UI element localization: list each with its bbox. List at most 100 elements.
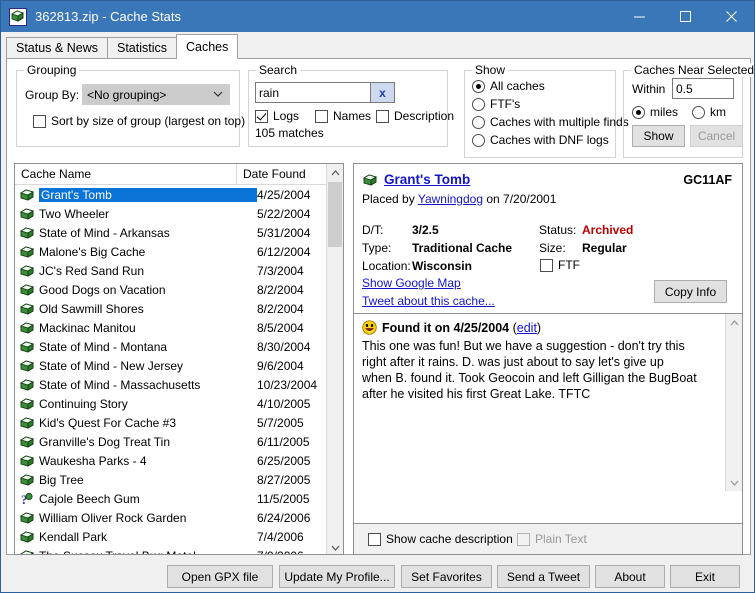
- close-button[interactable]: [708, 1, 754, 32]
- traditional-cache-icon: [19, 474, 35, 486]
- tab-statistics[interactable]: Statistics: [106, 37, 177, 59]
- show-option-dnf-logs[interactable]: Caches with DNF logs: [472, 133, 609, 147]
- send-a-tweet-button[interactable]: Send a Tweet: [497, 565, 590, 588]
- log-scrollbar[interactable]: [725, 314, 742, 491]
- title-bar: 362813.zip - Cache Stats: [1, 1, 754, 32]
- show-near-button[interactable]: Show: [632, 125, 685, 147]
- cache-list-row[interactable]: Continuing Story 4/10/2005: [15, 394, 343, 413]
- log-scroll-up-arrow-icon[interactable]: [726, 314, 742, 331]
- cache-list-row[interactable]: William Oliver Rock Garden 6/24/2006: [15, 508, 343, 527]
- ftf-label: FTF: [558, 258, 580, 272]
- minimize-icon: [633, 16, 645, 18]
- cache-list-row[interactable]: Mackinac Manitou 8/5/2004: [15, 318, 343, 337]
- search-option-names[interactable]: Names: [315, 109, 371, 123]
- cache-list-body[interactable]: Grant's Tomb 4/25/2004 Two Wheeler 5/22/200…: [15, 185, 343, 554]
- set-favorites-button[interactable]: Set Favorites: [401, 565, 492, 588]
- size-key: Size:: [539, 241, 566, 255]
- cache-list-scrollbar[interactable]: [326, 164, 343, 554]
- cache-list-row[interactable]: Big Tree 8/27/2005: [15, 470, 343, 489]
- cache-list-row[interactable]: JC's Red Sand Run 7/3/2004: [15, 261, 343, 280]
- search-option-description[interactable]: Description: [376, 109, 454, 123]
- search-input[interactable]: rain: [255, 82, 371, 103]
- traditional-cache-icon: [19, 189, 35, 201]
- log-scroll-down-arrow-icon[interactable]: [726, 474, 742, 491]
- search-option-logs[interactable]: Logs: [255, 109, 299, 123]
- chevron-down-icon: [213, 91, 223, 97]
- radio-dot: [472, 133, 485, 147]
- cache-list-scroll-thumb[interactable]: [328, 182, 342, 247]
- maximize-button[interactable]: [662, 1, 708, 32]
- cache-row-name: Waukesha Parks - 4: [39, 453, 147, 468]
- sort-by-group-size-checkbox[interactable]: Sort by size of group (largest on top): [33, 114, 245, 128]
- traditional-cache-icon: [19, 531, 35, 543]
- exit-button[interactable]: Exit: [670, 565, 740, 588]
- cache-list-row[interactable]: State of Mind - New Jersey 9/6/2004: [15, 356, 343, 375]
- radio-dot: [692, 105, 705, 119]
- cache-list-row[interactable]: State of Mind - Massachusetts 10/23/2004: [15, 375, 343, 394]
- cache-list-row[interactable]: Good Dogs on Vacation 8/2/2004: [15, 280, 343, 299]
- scroll-down-arrow-icon[interactable]: [327, 539, 343, 554]
- unit-option-km[interactable]: km: [692, 105, 726, 119]
- cache-list-row[interactable]: Old Sawmill Shores 8/2/2004: [15, 299, 343, 318]
- traditional-cache-icon: [19, 265, 35, 277]
- show-cache-description-checkbox[interactable]: Show cache description: [368, 532, 513, 546]
- cache-list[interactable]: Cache Name Date Found Grant's Tomb 4/25/2…: [14, 163, 344, 555]
- checkbox-box: [517, 532, 530, 546]
- cache-box-icon: [9, 7, 27, 26]
- traditional-cache-icon: [362, 174, 378, 186]
- column-header-date-found[interactable]: Date Found: [237, 164, 323, 184]
- show-option-all-caches[interactable]: All caches: [472, 79, 545, 93]
- tab-status-news[interactable]: Status & News: [6, 37, 108, 59]
- open-gpx-file-button[interactable]: Open GPX file: [167, 565, 273, 588]
- minimize-button[interactable]: [616, 1, 662, 32]
- cache-detail-panel: Grant's Tomb GC11AF Placed by Yawningdog…: [353, 163, 743, 555]
- cache-detail-title-row: Grant's Tomb: [362, 172, 470, 187]
- cache-list-row[interactable]: Kendall Park 7/4/2006: [15, 527, 343, 546]
- show-google-map-link[interactable]: Show Google Map: [362, 276, 461, 290]
- update-my-profile-button[interactable]: Update My Profile...: [279, 565, 395, 588]
- plain-text-checkbox[interactable]: Plain Text: [517, 532, 587, 546]
- show-option-multiple-finds[interactable]: Caches with multiple finds: [472, 115, 629, 129]
- scroll-up-arrow-icon[interactable]: [327, 164, 343, 181]
- group-by-select[interactable]: <No grouping>: [82, 84, 230, 105]
- placed-suffix: on 7/20/2001: [483, 192, 557, 206]
- cache-detail-name-link[interactable]: Grant's Tomb: [384, 172, 470, 187]
- search-input-value: rain: [259, 85, 280, 100]
- radio-dot: [472, 79, 485, 93]
- cache-list-row[interactable]: State of Mind - Montana 8/30/2004: [15, 337, 343, 356]
- checkbox-box: [315, 109, 328, 123]
- maximize-icon: [679, 11, 691, 22]
- cache-owner-link[interactable]: Yawningdog: [418, 192, 483, 206]
- mystery-cache-icon: ?: [21, 492, 33, 506]
- cache-detail-footer: Show cache description Plain Text: [354, 523, 742, 554]
- clear-search-button[interactable]: x: [371, 82, 395, 103]
- log-edit-link[interactable]: edit: [517, 321, 537, 335]
- sort-by-group-size-label: Sort by size of group (largest on top): [51, 114, 246, 128]
- copy-info-button[interactable]: Copy Info: [654, 280, 727, 303]
- cache-list-row[interactable]: The Sussex Travel Bug Motel7/9/2006: [15, 546, 343, 554]
- cache-list-row[interactable]: Granville's Dog Treat Tin 6/11/2005: [15, 432, 343, 451]
- show-option-multiple-finds-label: Caches with multiple finds: [490, 115, 629, 129]
- cache-list-row[interactable]: Kid's Quest For Cache #3 5/7/2005: [15, 413, 343, 432]
- ftf-checkbox[interactable]: FTF: [540, 258, 580, 272]
- main-window: 362813.zip - Cache Stats Status & News S…: [0, 0, 755, 593]
- cache-list-row[interactable]: Waukesha Parks - 4 6/25/2005: [15, 451, 343, 470]
- tweet-about-cache-link[interactable]: Tweet about this cache...: [362, 294, 495, 308]
- cache-row-name: Grant's Tomb: [39, 187, 257, 202]
- about-button[interactable]: About: [595, 565, 665, 588]
- unit-option-miles[interactable]: miles: [632, 105, 678, 119]
- cache-list-row[interactable]: ? Cajole Beech Gum 11/5/2005: [15, 489, 343, 508]
- cache-list-row[interactable]: Malone's Big Cache 6/12/2004: [15, 242, 343, 261]
- cache-row-name: Big Tree: [39, 472, 84, 487]
- cache-list-row[interactable]: State of Mind - Arkansas 5/31/2004: [15, 223, 343, 242]
- show-option-ftfs[interactable]: FTF's: [472, 97, 520, 111]
- cancel-near-button[interactable]: Cancel: [690, 125, 743, 147]
- radio-dot: [632, 105, 645, 119]
- search-matches-count: 105 matches: [255, 126, 324, 140]
- cache-list-row[interactable]: Two Wheeler 5/22/2004: [15, 204, 343, 223]
- tab-caches[interactable]: Caches: [176, 34, 239, 59]
- cache-list-row[interactable]: Grant's Tomb 4/25/2004: [15, 185, 343, 204]
- within-distance-input[interactable]: 0.5: [672, 78, 734, 99]
- column-header-cache-name[interactable]: Cache Name: [15, 164, 237, 184]
- traditional-cache-icon: [19, 455, 35, 467]
